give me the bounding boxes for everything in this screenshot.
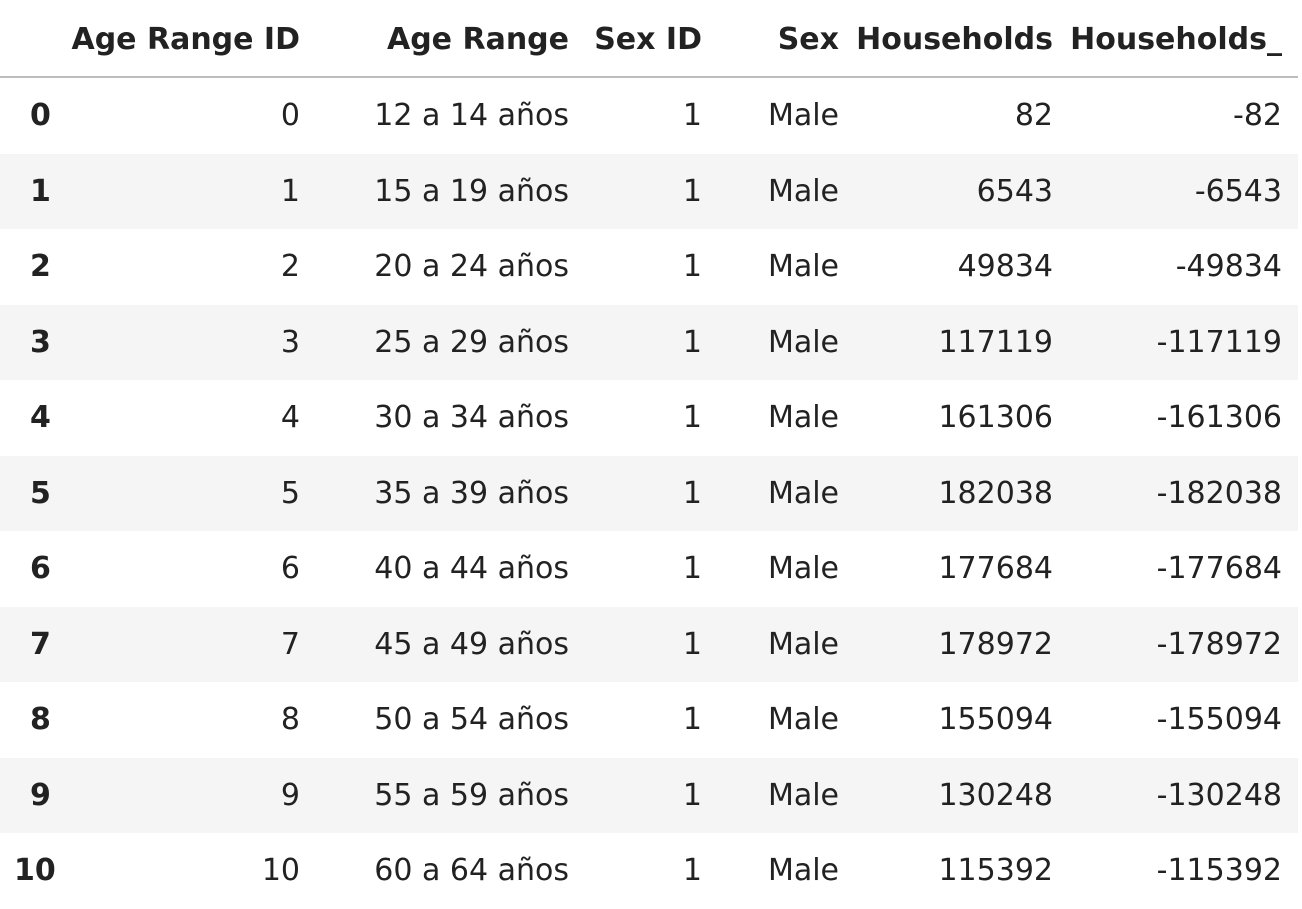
column-header-index	[0, 2, 68, 78]
row-index: 4	[30, 400, 51, 436]
cell-age-range: 15 a 19 años	[374, 173, 569, 209]
cell-households: 182038	[938, 475, 1053, 511]
cell-sex: Male	[767, 475, 839, 511]
cell-age-range-id: 3	[280, 324, 300, 360]
cell-households-neg: -49834	[1175, 249, 1282, 285]
cell-sex: Male	[767, 551, 839, 587]
cell-households-neg: -177684	[1156, 551, 1282, 587]
column-header-households-neg: Households_	[1069, 2, 1298, 78]
cell-sex: Male	[767, 626, 839, 662]
cell-sex-id: 1	[682, 777, 702, 813]
cell-age-range-id: 6	[280, 551, 300, 587]
cell-sex: Male	[767, 777, 839, 813]
cell-households: 130248	[938, 777, 1053, 813]
cell-households: 49834	[957, 249, 1053, 285]
cell-sex: Male	[767, 98, 839, 134]
cell-sex-id: 1	[682, 626, 702, 662]
cell-households-neg: -155094	[1156, 702, 1282, 738]
cell-age-range: 60 a 64 años	[374, 853, 569, 889]
table-row: 8 8 50 a 54 años 1 Male 155094 -155094	[0, 682, 1298, 758]
cell-households-neg: -182038	[1156, 475, 1282, 511]
cell-age-range: 55 a 59 años	[374, 777, 569, 813]
table-row: 0 0 12 a 14 años 1 Male 82 -82	[0, 77, 1298, 154]
cell-households-neg: -115392	[1156, 853, 1282, 889]
cell-households: 178972	[938, 626, 1053, 662]
header-row: Age Range ID Age Range Sex ID Sex Househ…	[0, 2, 1298, 78]
row-index: 3	[30, 324, 51, 360]
row-index: 8	[30, 702, 51, 738]
row-index: 10	[14, 853, 56, 889]
cell-age-range-id: 4	[280, 400, 300, 436]
row-index: 7	[30, 626, 51, 662]
cell-households: 177684	[938, 551, 1053, 587]
table-row: 6 6 40 a 44 años 1 Male 177684 -177684	[0, 531, 1298, 607]
cell-age-range-id: 10	[261, 853, 300, 889]
table-row: 7 7 45 a 49 años 1 Male 178972 -178972	[0, 606, 1298, 682]
table-row: 2 2 20 a 24 años 1 Male 49834 -49834	[0, 229, 1298, 305]
row-index: 6	[30, 551, 51, 587]
cell-households: 155094	[938, 702, 1053, 738]
cell-age-range: 40 a 44 años	[374, 551, 569, 587]
cell-households-neg: -178972	[1156, 626, 1282, 662]
cell-households: 82	[1014, 98, 1053, 134]
table-header: Age Range ID Age Range Sex ID Sex Househ…	[0, 2, 1298, 78]
cell-age-range-id: 0	[280, 98, 300, 134]
cell-sex: Male	[767, 249, 839, 285]
cell-households-neg: -117119	[1156, 324, 1282, 360]
column-header-households: Households	[855, 2, 1069, 78]
cell-sex: Male	[767, 853, 839, 889]
cell-age-range-id: 2	[280, 249, 300, 285]
column-header-age-range: Age Range	[316, 2, 585, 78]
table-row: 1 1 15 a 19 años 1 Male 6543 -6543	[0, 153, 1298, 229]
cell-households-neg: -161306	[1156, 400, 1282, 436]
cell-age-range: 50 a 54 años	[374, 702, 569, 738]
cell-sex-id: 1	[682, 551, 702, 587]
cell-sex-id: 1	[682, 702, 702, 738]
cell-households-neg: -130248	[1156, 777, 1282, 813]
table-body: 0 0 12 a 14 años 1 Male 82 -82 1 1 15 a …	[0, 77, 1298, 909]
cell-age-range: 20 a 24 años	[374, 249, 569, 285]
cell-age-range-id: 7	[280, 626, 300, 662]
table-row: 10 10 60 a 64 años 1 Male 115392 -115392	[0, 833, 1298, 909]
cell-sex: Male	[767, 173, 839, 209]
table-row: 5 5 35 a 39 años 1 Male 182038 -182038	[0, 455, 1298, 531]
cell-sex-id: 1	[682, 400, 702, 436]
cell-households-neg: -82	[1233, 98, 1282, 134]
row-index: 0	[30, 98, 51, 134]
dataframe-table: Age Range ID Age Range Sex ID Sex Househ…	[0, 2, 1298, 909]
column-header-sex: Sex	[718, 2, 855, 78]
cell-households-neg: -6543	[1194, 173, 1282, 209]
row-index: 1	[30, 173, 51, 209]
table-row: 9 9 55 a 59 años 1 Male 130248 -130248	[0, 757, 1298, 833]
cell-age-range-id: 5	[280, 475, 300, 511]
cell-sex-id: 1	[682, 853, 702, 889]
cell-age-range-id: 9	[280, 777, 300, 813]
column-header-age-range-id: Age Range ID	[68, 2, 316, 78]
table-row: 3 3 25 a 29 años 1 Male 117119 -117119	[0, 304, 1298, 380]
cell-age-range: 30 a 34 años	[374, 400, 569, 436]
row-index: 9	[30, 777, 51, 813]
cell-age-range: 35 a 39 años	[374, 475, 569, 511]
cell-sex-id: 1	[682, 249, 702, 285]
cell-age-range-id: 1	[280, 173, 300, 209]
cell-age-range: 25 a 29 años	[374, 324, 569, 360]
row-index: 5	[30, 475, 51, 511]
cell-age-range: 12 a 14 años	[374, 98, 569, 134]
cell-households: 161306	[938, 400, 1053, 436]
cell-sex-id: 1	[682, 173, 702, 209]
row-index: 2	[30, 249, 51, 285]
cell-households: 6543	[976, 173, 1053, 209]
cell-age-range: 45 a 49 años	[374, 626, 569, 662]
cell-sex: Male	[767, 400, 839, 436]
cell-households: 117119	[938, 324, 1053, 360]
cell-households: 115392	[938, 853, 1053, 889]
column-header-sex-id: Sex ID	[585, 2, 718, 78]
cell-sex: Male	[767, 324, 839, 360]
cell-sex-id: 1	[682, 324, 702, 360]
cell-sex: Male	[767, 702, 839, 738]
table-row: 4 4 30 a 34 años 1 Male 161306 -161306	[0, 380, 1298, 456]
cell-age-range-id: 8	[280, 702, 300, 738]
cell-sex-id: 1	[682, 475, 702, 511]
cell-sex-id: 1	[682, 98, 702, 134]
